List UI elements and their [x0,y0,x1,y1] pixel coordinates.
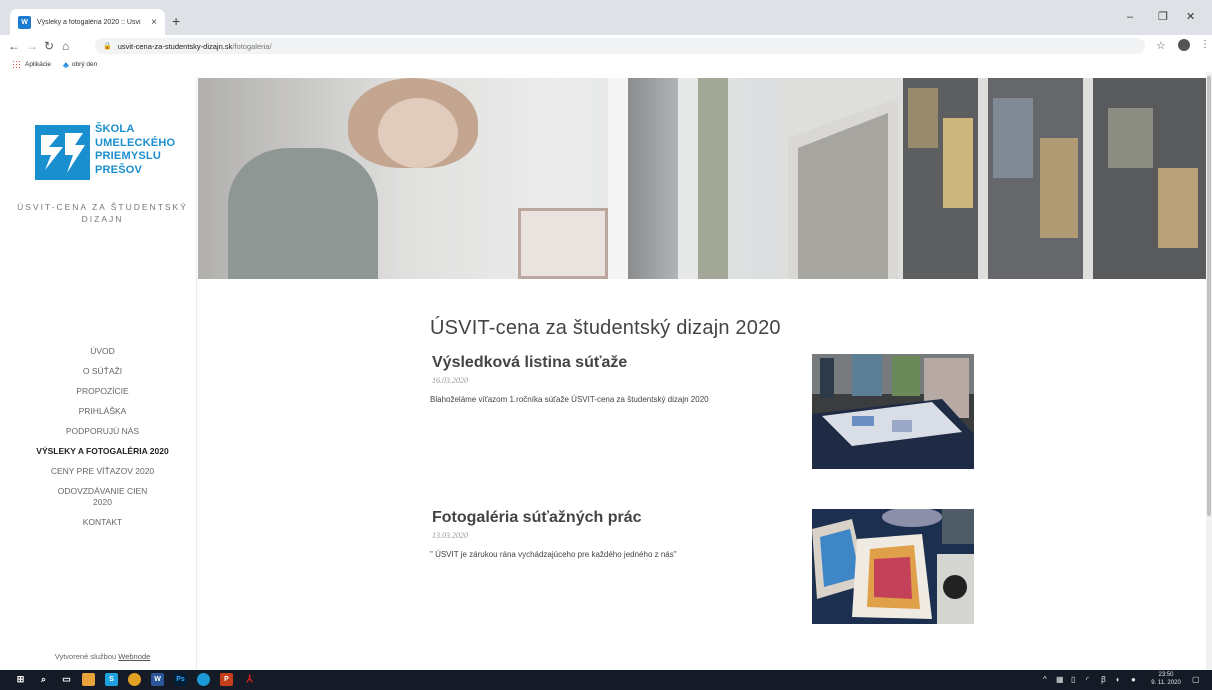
language-icon[interactable]: ꞵ [1101,674,1106,686]
file-explorer-icon[interactable] [82,673,95,686]
photoshop-icon[interactable]: Ps [174,673,187,686]
bookmark-star-icon[interactable]: ☆ [1156,39,1166,52]
article-thumbnail[interactable] [812,509,974,624]
skype-icon[interactable]: S [105,673,118,686]
nav-item-vysledky-fotogaleria[interactable]: VÝSLEKY A FOTOGALÉRIA 2020 [8,446,197,457]
network-icon[interactable]: ◜ [1086,674,1089,686]
footer-credit: Vytvorené službou Webnode [8,652,197,661]
minimize-icon[interactable]: – [1127,12,1133,23]
nav-item-prihlaska[interactable]: PRIHLÁŠKA [8,406,197,417]
article-date: 16.03.2020 [432,376,468,385]
search-icon[interactable]: ⌕ [37,673,50,686]
bookmark-label: obrý den [71,61,98,68]
nav-item-podporuju-nas[interactable]: PODPORUJÚ NÁS [8,426,197,437]
nav-item-propozicie[interactable]: PROPOZÍCIE [8,386,197,397]
word-icon[interactable]: W [151,673,164,686]
url-host: usvit-cena-za-studentsky-dizajn.sk [117,41,233,51]
article-thumbnail[interactable] [812,354,974,469]
back-icon[interactable]: ← [8,39,20,53]
nav-item-odovzdavanie-cien[interactable]: ODOVZDÁVANIE CIEN 2020 [8,486,197,508]
tray-chevron-icon[interactable]: ^ [1043,674,1047,686]
battery-icon[interactable]: ▯ [1071,674,1075,686]
taskbar-clock[interactable]: 23:50 9. 11. 2020 [1148,671,1184,687]
main-nav: ÚVOD O SÚŤAŽI PROPOZÍCIE PRIHLÁŠKA PODPO… [8,346,197,537]
article-excerpt: Blahoželáme víťazom 1.ročníka súťaže ÚSV… [430,395,709,404]
logo-line: PREŠOV [95,163,143,176]
forward-icon[interactable]: → [26,39,38,53]
menu-kebab-icon[interactable]: ⋮ [1200,39,1210,50]
tab-close-icon[interactable]: × [151,17,157,28]
task-view-icon[interactable]: ▭ [60,673,73,686]
chrome-icon[interactable] [128,673,141,686]
nav-item-kontakt[interactable]: KONTAKT [8,517,197,528]
apps-grid-icon [12,60,21,69]
bookmark-obry-den[interactable]: ♣ obrý den [63,60,97,70]
notification-badge-icon[interactable]: ● [1131,674,1136,686]
nav-item-uvod[interactable]: ÚVOD [8,346,197,357]
profile-avatar-icon[interactable] [1178,39,1190,51]
restore-icon[interactable]: ❐ [1158,12,1168,23]
lock-icon: 🔒 [103,43,112,50]
tray-app-icon[interactable]: ▦ [1056,674,1064,686]
page-scrollbar-thumb[interactable] [1207,76,1211,516]
credit-text: Vytvorené službou [54,652,119,661]
action-center-icon[interactable]: ▢ [1192,674,1200,686]
article-item: Výsledková listina súťaže 16.03.2020 Bla… [430,354,990,509]
article-title[interactable]: Výsledková listina súťaže [432,354,627,372]
bookmark-apps[interactable]: Aplikácie [12,60,51,69]
home-icon[interactable]: ⌂ [62,39,69,53]
nav-item-ceny-pre-vitazov[interactable]: CENY PRE VÍŤAZOV 2020 [8,466,197,477]
article-title[interactable]: Fotogaléria súťažných prác [432,509,642,527]
article-excerpt: " ÚSVIT je zárukou rána vychádzajúceho p… [430,550,677,559]
new-tab-button[interactable]: + [172,14,180,28]
clock-date: 9. 11. 2020 [1151,680,1181,686]
hero-image [198,78,1210,279]
webnode-link[interactable]: Webnode [118,652,150,661]
bookmark-label: Aplikácie [25,61,52,68]
school-logo[interactable]: ŠKOLA UMELECKÉHO PRIEMYSLU PREŠOV [35,123,175,183]
edge-icon[interactable] [197,673,210,686]
logo-line: PRIEMYSLU [95,150,161,162]
article-date: 13.03.2020 [432,531,468,540]
bookmarks-bar: Aplikácie ♣ obrý den [0,57,1212,72]
reload-icon[interactable]: ↻ [44,39,54,53]
site-favicon-icon: W [18,15,31,29]
close-window-icon[interactable]: ✕ [1186,12,1195,23]
sidebar: ŠKOLA UMELECKÉHO PRIEMYSLU PREŠOV ÚSVIT-… [8,76,197,670]
logo-line: UMELECKÉHO [95,136,176,149]
windows-start-icon[interactable]: ⊞ [14,673,27,686]
tab-title: Výsleky a fotogaléria 2020 :: Úsvi [37,18,141,26]
os-taskbar: ⊞ ⌕ ▭ S W Ps P ⅄ ^ ▦ ▯ ◜ ꞵ ◖ ● 23:50 9. … [0,670,1212,690]
logo-line: ŠKOLA [95,123,135,135]
address-toolbar: ← → ↻ ⌂ 🔒 usvit-cena-za-studentsky-dizaj… [0,35,1212,57]
powerpoint-icon[interactable]: P [220,673,233,686]
page-title: ÚSVIT-cena za študentský dizajn 2020 [430,317,781,339]
clock-time: 23:50 [1158,672,1174,678]
site-tagline: ÚSVIT-CENA ZA ŠTUDENTSKÝ DIZAJN [17,202,188,224]
main-content: ÚSVIT-cena za študentský dizajn 2020 Výs… [430,317,990,664]
article-item: Fotogaléria súťažných prác 13.03.2020 " … [430,509,990,664]
browser-tab-strip: W Výsleky a fotogaléria 2020 :: Úsvi × +… [0,0,1212,35]
school-name: ŠKOLA UMELECKÉHO PRIEMYSLU PREŠOV [95,123,175,177]
acrobat-icon[interactable]: ⅄ [243,673,256,686]
people-icon: ♣ [63,59,69,70]
web-page: ŠKOLA UMELECKÉHO PRIEMYSLU PREŠOV ÚSVIT-… [0,72,1212,670]
browser-tab[interactable]: W Výsleky a fotogaléria 2020 :: Úsvi × [10,9,165,35]
url-bar[interactable]: 🔒 usvit-cena-za-studentsky-dizajn.sk/fot… [95,38,1145,54]
school-logo-mark-icon [35,125,90,180]
nav-item-o-sutazi[interactable]: O SÚŤAŽI [8,366,197,377]
url-path: /fotogaleria/ [232,41,272,51]
volume-icon[interactable]: ◖ [1115,674,1120,686]
